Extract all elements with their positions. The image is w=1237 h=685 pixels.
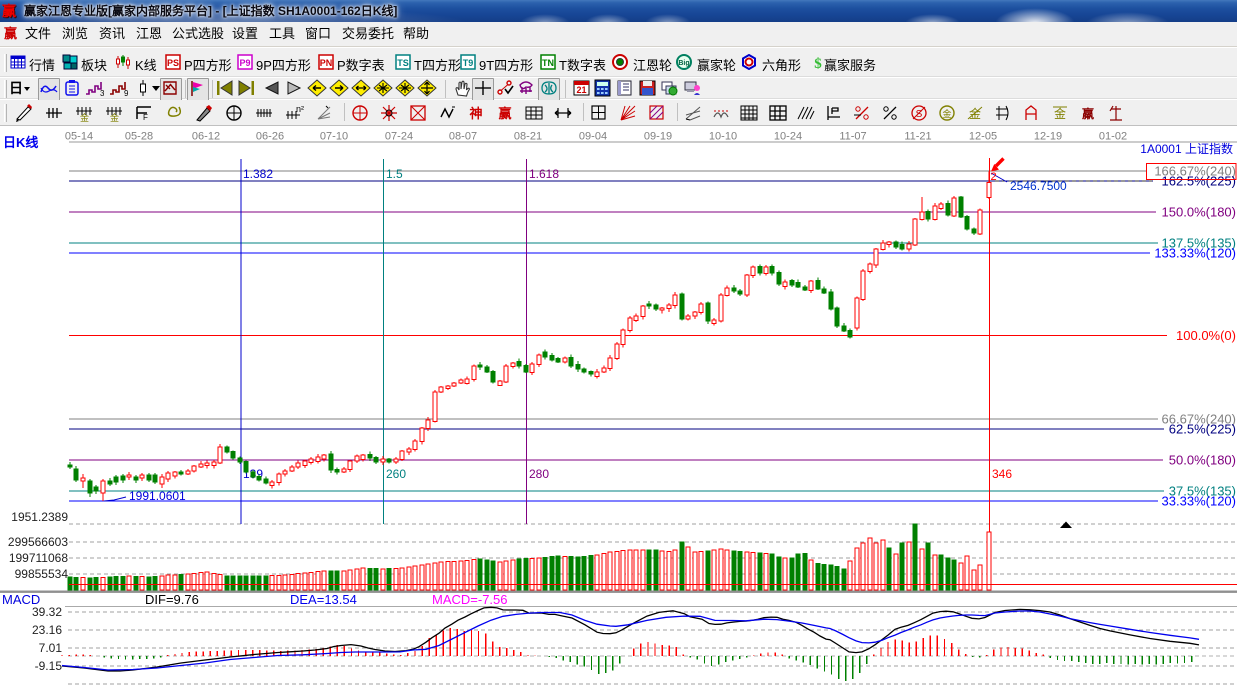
svg-text:11-07: 11-07 xyxy=(839,131,866,143)
svg-text:羸: 羸 xyxy=(1082,106,1094,121)
svg-text:F: F xyxy=(143,113,148,122)
svg-text:TN: TN xyxy=(542,58,554,68)
svg-text:T9: T9 xyxy=(463,58,474,68)
svg-text:06-26: 06-26 xyxy=(256,131,284,143)
svg-text:1.5: 1.5 xyxy=(386,167,403,181)
svg-text:346: 346 xyxy=(992,467,1012,481)
svg-text:P9: P9 xyxy=(239,58,250,68)
svg-text:金: 金 xyxy=(80,112,89,123)
svg-text:金: 金 xyxy=(110,112,119,123)
svg-text:99855534: 99855534 xyxy=(15,567,69,581)
svg-text:2546.7500: 2546.7500 xyxy=(1010,179,1067,193)
svg-text:62.5%(225): 62.5%(225) xyxy=(1169,422,1236,437)
svg-text:09-04: 09-04 xyxy=(579,131,607,143)
svg-text:50.0%(180): 50.0%(180) xyxy=(1169,453,1236,468)
svg-text:7.01: 7.01 xyxy=(39,641,63,655)
svg-text:日K线: 日K线 xyxy=(3,135,38,150)
svg-text:11-21: 11-21 xyxy=(904,131,931,143)
svg-text:1991.0601: 1991.0601 xyxy=(129,489,186,503)
svg-text:05-14: 05-14 xyxy=(65,131,93,143)
svg-text:MACD=-7.56: MACD=-7.56 xyxy=(432,592,508,607)
svg-text:12-19: 12-19 xyxy=(1034,131,1062,143)
svg-text:08-21: 08-21 xyxy=(514,131,542,143)
svg-text:PN: PN xyxy=(320,58,333,68)
svg-text:TS: TS xyxy=(397,58,409,68)
svg-text:DIF=9.76: DIF=9.76 xyxy=(145,592,199,607)
svg-text:1951.2389: 1951.2389 xyxy=(11,510,68,524)
svg-text:12-05: 12-05 xyxy=(969,131,997,143)
svg-text:金: 金 xyxy=(1054,106,1066,121)
svg-text:150.0%(180): 150.0%(180) xyxy=(1162,205,1236,220)
svg-text:$: $ xyxy=(814,56,822,70)
svg-text:日: 日 xyxy=(9,80,23,96)
svg-text:33.33%(120): 33.33%(120) xyxy=(1162,494,1236,509)
svg-text:赢: 赢 xyxy=(498,106,511,121)
svg-text:神: 神 xyxy=(469,106,482,121)
svg-text:1A0001 上证指数: 1A0001 上证指数 xyxy=(1140,141,1233,156)
svg-text:n²: n² xyxy=(296,104,304,114)
svg-text:07-24: 07-24 xyxy=(385,131,413,143)
svg-text:DEA=13.54: DEA=13.54 xyxy=(290,592,357,607)
svg-text:-9.15: -9.15 xyxy=(35,659,63,673)
svg-text:21: 21 xyxy=(576,85,586,95)
svg-text:1.618: 1.618 xyxy=(529,167,559,181)
svg-text:01-02: 01-02 xyxy=(1099,131,1127,143)
svg-text:2: 2 xyxy=(991,171,997,183)
svg-text:162.5%(225): 162.5%(225) xyxy=(1162,174,1236,189)
svg-text:39.32: 39.32 xyxy=(32,605,62,619)
svg-text:PS: PS xyxy=(167,58,179,68)
svg-text:260: 260 xyxy=(386,467,406,481)
svg-text:1.382: 1.382 xyxy=(243,167,273,181)
svg-text:100.0%(0): 100.0%(0) xyxy=(1176,328,1236,343)
svg-text:133.33%(120): 133.33%(120) xyxy=(1154,246,1236,261)
svg-text:23.16: 23.16 xyxy=(32,623,62,637)
svg-text:10-10: 10-10 xyxy=(709,131,737,143)
svg-text:3: 3 xyxy=(100,89,104,97)
svg-text:299566603: 299566603 xyxy=(8,535,68,549)
svg-text:Big: Big xyxy=(678,60,689,67)
svg-text:280: 280 xyxy=(529,467,549,481)
svg-text:09-19: 09-19 xyxy=(644,131,672,143)
svg-text:金: 金 xyxy=(942,108,951,119)
svg-text:08-07: 08-07 xyxy=(449,131,477,143)
svg-text:07-10: 07-10 xyxy=(320,131,348,143)
svg-text:199711068: 199711068 xyxy=(9,551,69,565)
svg-text:06-12: 06-12 xyxy=(192,131,220,143)
svg-text:9: 9 xyxy=(124,89,128,97)
svg-text:05-28: 05-28 xyxy=(125,131,153,143)
svg-text:10-24: 10-24 xyxy=(774,131,802,143)
